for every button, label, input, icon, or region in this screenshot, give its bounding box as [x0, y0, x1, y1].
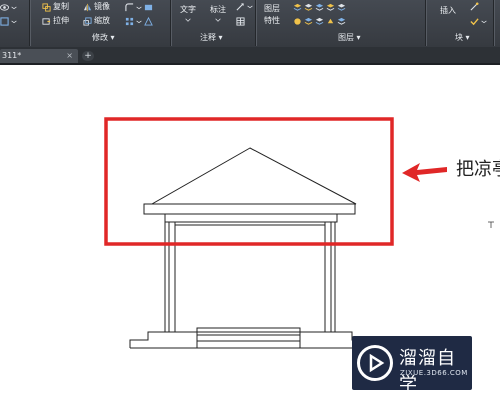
- layer-properties-label-1: 图层: [264, 4, 280, 13]
- dimension-label: 标注: [210, 5, 226, 14]
- watermark-url: ZIXUE.3D66.COM: [400, 369, 468, 377]
- block-create-icon: [470, 2, 479, 10]
- scale-button[interactable]: 缩放: [83, 15, 110, 27]
- dropdown-arrow-icon: [215, 18, 221, 22]
- dropdown-arrow-icon: [136, 20, 142, 23]
- copy-label: 复制: [53, 2, 69, 11]
- dropdown-arrow-icon: [11, 20, 17, 23]
- ribbon-left-tool-1[interactable]: [0, 1, 17, 13]
- layer-tools-row-1[interactable]: [293, 1, 346, 13]
- pavilion-column-right[interactable]: [324, 221, 336, 333]
- scale-label: 缩放: [94, 16, 110, 25]
- cursor-mark: [488, 221, 494, 228]
- layer-tools-row-2[interactable]: [293, 15, 346, 27]
- dropdown-arrow-icon: [247, 5, 253, 8]
- block-edit-icon: [470, 17, 479, 25]
- layer-tool-icon: [327, 18, 334, 23]
- document-tab-bar: 311* × +: [0, 47, 500, 63]
- stretch-label: 拉伸: [53, 16, 69, 25]
- close-icon[interactable]: ×: [64, 49, 73, 63]
- table-button[interactable]: [236, 15, 245, 27]
- insert-label: 插入: [440, 6, 456, 15]
- text-label: 文字: [180, 5, 196, 14]
- play-icon: [369, 353, 385, 373]
- explode-icon: [144, 4, 153, 10]
- block-panel-label[interactable]: 块 ▾: [455, 33, 470, 43]
- fillet-button[interactable]: [125, 1, 153, 13]
- array-icon: [125, 17, 134, 25]
- layers-panel-label[interactable]: 图层 ▾: [338, 33, 361, 43]
- block-create-button[interactable]: [470, 0, 479, 12]
- watermark: 溜溜自学 ZIXUE.3D66.COM: [352, 336, 472, 395]
- table-icon: [236, 16, 245, 26]
- modify-panel-label[interactable]: 修改 ▾: [92, 33, 115, 43]
- layer-tool-icon: [326, 3, 335, 11]
- text-button[interactable]: 文字: [180, 5, 196, 23]
- dropdown-arrow-icon: [11, 6, 17, 9]
- layer-tool-icon: [337, 17, 346, 25]
- dimension-button[interactable]: 标注: [210, 5, 226, 23]
- dropdown-arrow-icon: [185, 18, 191, 22]
- document-tab-label: 311*: [2, 51, 22, 60]
- ribbon-toolbar: 复制 拉伸 镜像 缩放 修改 ▾ 文字 标注 注释 ▾ 图层 特性 图层 ▾ 插…: [0, 0, 500, 48]
- layer-tool-icon: [304, 3, 313, 11]
- new-tab-button[interactable]: +: [82, 51, 94, 61]
- mirror-icon: [83, 3, 92, 11]
- mirror-label: 镜像: [94, 2, 110, 11]
- pavilion-beam[interactable]: [143, 203, 356, 226]
- annotation-panel-label[interactable]: 注释 ▾: [200, 33, 223, 43]
- leader-icon: [236, 2, 244, 10]
- scale-icon: [83, 16, 92, 26]
- layer-tool-icon: [294, 17, 301, 25]
- dropdown-arrow-icon: [481, 20, 487, 23]
- offset-icon: [144, 16, 153, 26]
- layer-tool-icon: [337, 3, 346, 11]
- callout-arrow: [402, 163, 447, 182]
- layer-tool-icon: [293, 3, 302, 11]
- document-tab[interactable]: 311* ×: [0, 49, 78, 63]
- layer-tool-icon: [304, 17, 313, 25]
- fillet-icon: [125, 2, 134, 11]
- block-edit-button[interactable]: [470, 15, 487, 27]
- copy-icon: [42, 2, 51, 12]
- dropdown-arrow-icon: [136, 6, 142, 9]
- stretch-button[interactable]: 拉伸: [42, 15, 69, 27]
- layer-properties-label-2: 特性: [264, 16, 280, 25]
- mirror-button[interactable]: 镜像: [83, 1, 110, 13]
- stretch-icon: [42, 17, 51, 25]
- pavilion-roof[interactable]: [150, 147, 357, 205]
- layer-tool-icon: [315, 3, 324, 11]
- copy-button[interactable]: 复制: [42, 1, 69, 13]
- pavilion-column-left[interactable]: [164, 221, 176, 333]
- layer-properties-button[interactable]: 图层 特性: [264, 4, 280, 26]
- layer-tool-icon: [315, 17, 324, 25]
- callout-text: 把凉亭: [456, 159, 500, 180]
- leader-button[interactable]: [236, 0, 253, 12]
- insert-button[interactable]: 插入: [440, 5, 456, 17]
- array-button[interactable]: [125, 15, 153, 27]
- eye-icon: [0, 3, 9, 11]
- ribbon-left-tool-2[interactable]: [0, 15, 17, 27]
- select-window-icon: [0, 16, 9, 26]
- logo-icon: [357, 345, 393, 381]
- pavilion-base[interactable]: [129, 327, 371, 349]
